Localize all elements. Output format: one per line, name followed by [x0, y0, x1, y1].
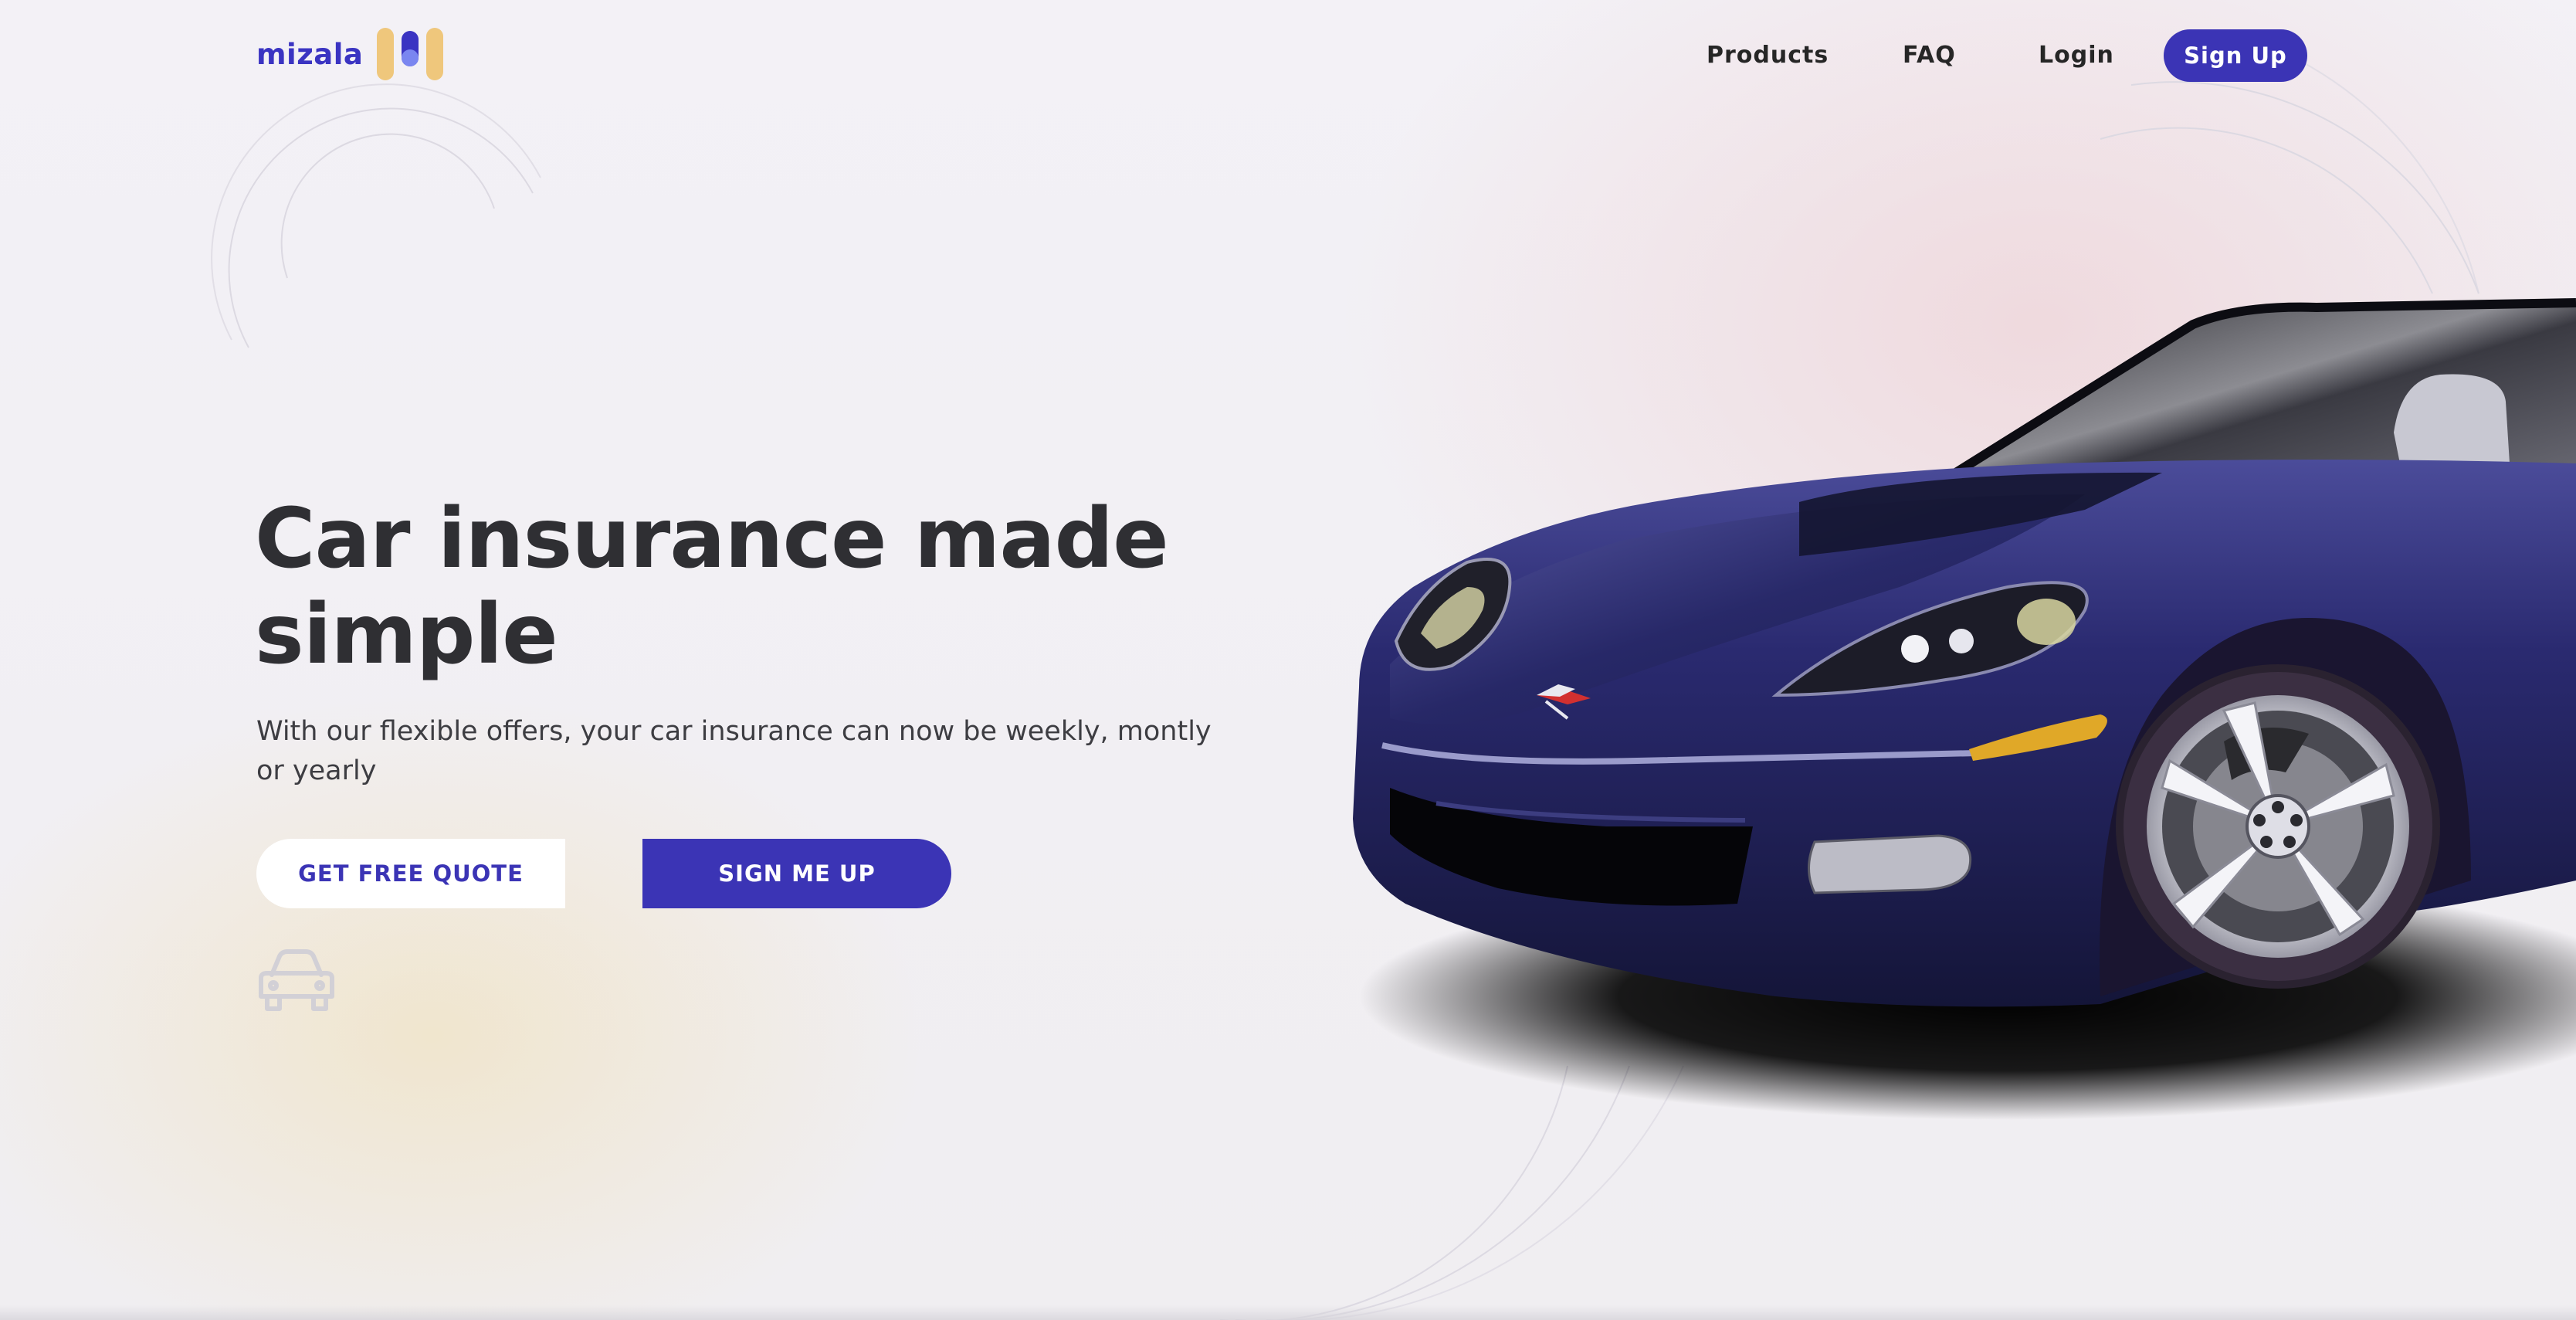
nav-link-faq[interactable]: FAQ: [1903, 29, 1956, 82]
get-free-quote-button[interactable]: GET FREE QUOTE: [256, 839, 565, 908]
signup-button[interactable]: Sign Up: [2164, 29, 2307, 82]
sign-me-up-button[interactable]: SIGN ME UP: [642, 839, 951, 908]
main-nav: Products FAQ Login Sign Up: [1668, 29, 2309, 82]
sports-car-illustration: [1353, 298, 2576, 1120]
brand-name: mizala: [256, 37, 364, 71]
nav-link-products[interactable]: Products: [1707, 29, 1829, 82]
hero-title: Car insurance made simple: [255, 491, 1169, 683]
hero-subtitle: With our flexible offers, your car insur…: [256, 716, 1212, 786]
brand-logo[interactable]: mizala: [256, 26, 444, 82]
pill-stripes-icon: [377, 28, 444, 80]
nav-link-login[interactable]: Login: [2039, 29, 2114, 82]
page-bottom-edge: [0, 1305, 2576, 1320]
car-outline-icon: [259, 949, 334, 1011]
